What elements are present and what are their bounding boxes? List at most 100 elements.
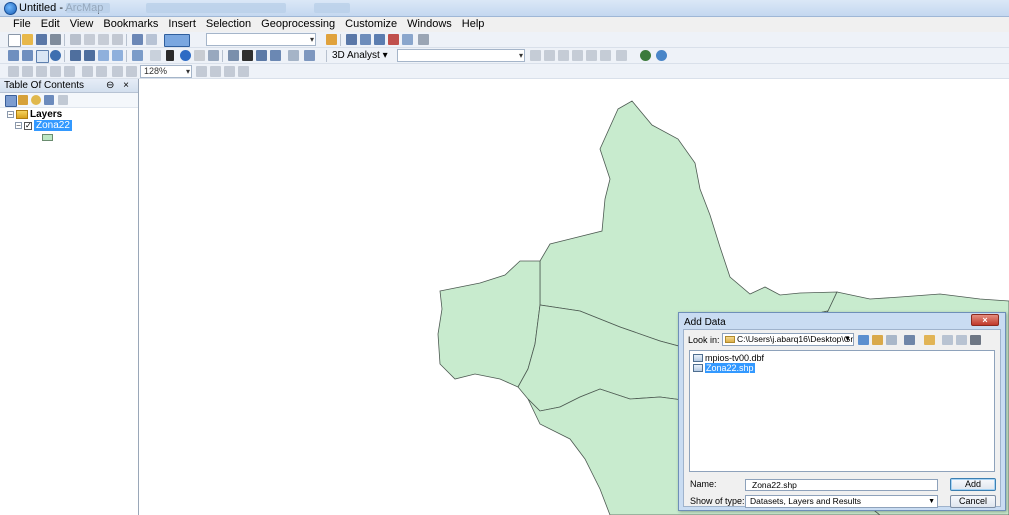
select-features-icon[interactable] xyxy=(132,50,143,61)
measure-icon[interactable] xyxy=(228,50,239,61)
clear-selection-icon[interactable] xyxy=(150,50,161,61)
menu-selection[interactable]: Selection xyxy=(201,17,256,32)
zoom-whole-page-icon[interactable] xyxy=(50,66,61,77)
menu-windows[interactable]: Windows xyxy=(402,17,457,32)
toc-window-controls[interactable]: ⊖ × xyxy=(106,79,132,92)
create-contour-icon[interactable] xyxy=(530,50,541,61)
background-window-tab[interactable] xyxy=(66,3,110,13)
toc-options-icon[interactable] xyxy=(58,95,68,105)
arcscene-icon[interactable] xyxy=(640,50,651,61)
redo-icon[interactable] xyxy=(146,34,157,45)
delete-icon[interactable] xyxy=(112,34,123,45)
hyperlink-icon[interactable] xyxy=(194,50,205,61)
interpolate-point-icon[interactable] xyxy=(572,50,583,61)
line-of-sight-icon[interactable] xyxy=(558,50,569,61)
change-layout-icon[interactable] xyxy=(224,66,235,77)
list-by-source-icon[interactable] xyxy=(18,95,28,105)
add-button[interactable]: Add xyxy=(950,478,996,491)
layout-zoom-out-icon[interactable] xyxy=(22,66,33,77)
arcglobe-icon[interactable] xyxy=(656,50,667,61)
map-scale-combo[interactable]: ▾ xyxy=(206,33,316,46)
menu-file[interactable]: File xyxy=(8,17,36,32)
zoom-out-icon[interactable] xyxy=(22,50,33,61)
identify-icon[interactable] xyxy=(180,50,191,61)
fixed-zoom-out-icon[interactable] xyxy=(84,50,95,61)
collapse-icon[interactable]: − xyxy=(15,122,22,130)
go-to-xy-icon[interactable] xyxy=(270,50,281,61)
search-window-icon[interactable] xyxy=(374,34,385,45)
pan-icon[interactable] xyxy=(36,50,49,63)
layer-name[interactable]: Zona22 xyxy=(34,120,72,131)
fixed-zoom-in-icon[interactable] xyxy=(70,50,81,61)
zona22-polygon[interactable] xyxy=(437,260,541,388)
arctoolbox-icon[interactable] xyxy=(388,34,399,45)
steepest-path-icon[interactable] xyxy=(544,50,555,61)
forward-extent-icon[interactable] xyxy=(112,50,123,61)
profile-graph-icon[interactable] xyxy=(616,50,627,61)
save-icon[interactable] xyxy=(36,34,47,45)
collapse-icon[interactable]: − xyxy=(7,111,14,119)
new-folder-icon[interactable] xyxy=(942,335,953,345)
fixed-zoom-in-layout-icon[interactable] xyxy=(82,66,93,77)
layout-zoom-in-icon[interactable] xyxy=(8,66,19,77)
file-list[interactable]: mpios-tv00.dbf Zona22.shp xyxy=(689,350,995,472)
add-data-icon[interactable] xyxy=(164,34,190,47)
create-viewer-icon[interactable] xyxy=(304,50,315,61)
paste-icon[interactable] xyxy=(98,34,109,45)
catalog-options-icon[interactable] xyxy=(956,335,967,345)
layers-tree-row[interactable]: − Layers xyxy=(7,109,62,120)
toc-window-icon[interactable] xyxy=(346,34,357,45)
go-to-home-icon[interactable] xyxy=(872,335,883,345)
background-window-tab[interactable] xyxy=(314,3,350,13)
background-window-tab[interactable] xyxy=(146,3,286,13)
menu-customize[interactable]: Customize xyxy=(340,17,402,32)
print-icon[interactable] xyxy=(50,34,61,45)
list-item[interactable]: Zona22.shp xyxy=(693,363,755,373)
layout-zoom-combo[interactable]: 128% ▾ xyxy=(140,65,192,78)
menu-view[interactable]: View xyxy=(65,17,99,32)
cut-icon[interactable] xyxy=(70,34,81,45)
layer-visibility-checkbox[interactable]: ✓ xyxy=(24,121,32,130)
fixed-zoom-out-layout-icon[interactable] xyxy=(96,66,107,77)
connect-to-folder-icon[interactable] xyxy=(924,335,935,345)
layer-tree-row[interactable]: − ✓ Zona22 xyxy=(15,120,72,131)
time-slider-icon[interactable] xyxy=(288,50,299,61)
copy-icon[interactable] xyxy=(84,34,95,45)
3d-analyst-layer-combo[interactable]: ▾ xyxy=(397,49,525,62)
toggle-contents-panel-icon[interactable] xyxy=(886,335,897,345)
toggle-draft-mode-icon[interactable] xyxy=(196,66,207,77)
up-one-level-icon[interactable] xyxy=(858,335,869,345)
list-by-selection-icon[interactable] xyxy=(44,95,54,105)
next-extent-layout-icon[interactable] xyxy=(126,66,137,77)
view-menu-icon[interactable] xyxy=(904,335,915,345)
focus-data-frame-icon[interactable] xyxy=(210,66,221,77)
select-elements-icon[interactable] xyxy=(166,50,174,61)
interpolate-polygon-icon[interactable] xyxy=(600,50,611,61)
open-folder-icon[interactable] xyxy=(22,34,33,45)
toolbox-icon[interactable] xyxy=(970,335,981,345)
previous-extent-layout-icon[interactable] xyxy=(112,66,123,77)
find-route-icon[interactable] xyxy=(256,50,267,61)
cancel-button[interactable]: Cancel xyxy=(950,495,996,508)
editor-toolbar-icon[interactable] xyxy=(326,34,337,45)
look-in-combo[interactable]: C:\Users\j.abarq16\Desktop\Gn ▼ xyxy=(722,333,854,346)
zoom-100-icon[interactable] xyxy=(64,66,75,77)
menu-edit[interactable]: Edit xyxy=(36,17,65,32)
name-input[interactable]: Zona22.shp xyxy=(745,479,938,491)
dialog-close-button[interactable]: × xyxy=(971,314,999,326)
list-item[interactable]: mpios-tv00.dbf xyxy=(693,353,764,363)
layout-pan-icon[interactable] xyxy=(36,66,47,77)
back-extent-icon[interactable] xyxy=(98,50,109,61)
full-extent-icon[interactable] xyxy=(50,50,61,61)
interpolate-line-icon[interactable] xyxy=(586,50,597,61)
menu-bookmarks[interactable]: Bookmarks xyxy=(98,17,163,32)
list-by-visibility-icon[interactable] xyxy=(31,95,41,105)
html-popup-icon[interactable] xyxy=(208,50,219,61)
catalog-window-icon[interactable] xyxy=(360,34,371,45)
find-icon[interactable] xyxy=(242,50,253,61)
menu-insert[interactable]: Insert xyxy=(163,17,201,32)
show-of-type-combo[interactable]: Datasets, Layers and Results ▼ xyxy=(745,495,938,508)
model-builder-icon[interactable] xyxy=(418,34,429,45)
list-by-drawing-order-icon[interactable] xyxy=(5,95,17,107)
python-window-icon[interactable] xyxy=(402,34,413,45)
